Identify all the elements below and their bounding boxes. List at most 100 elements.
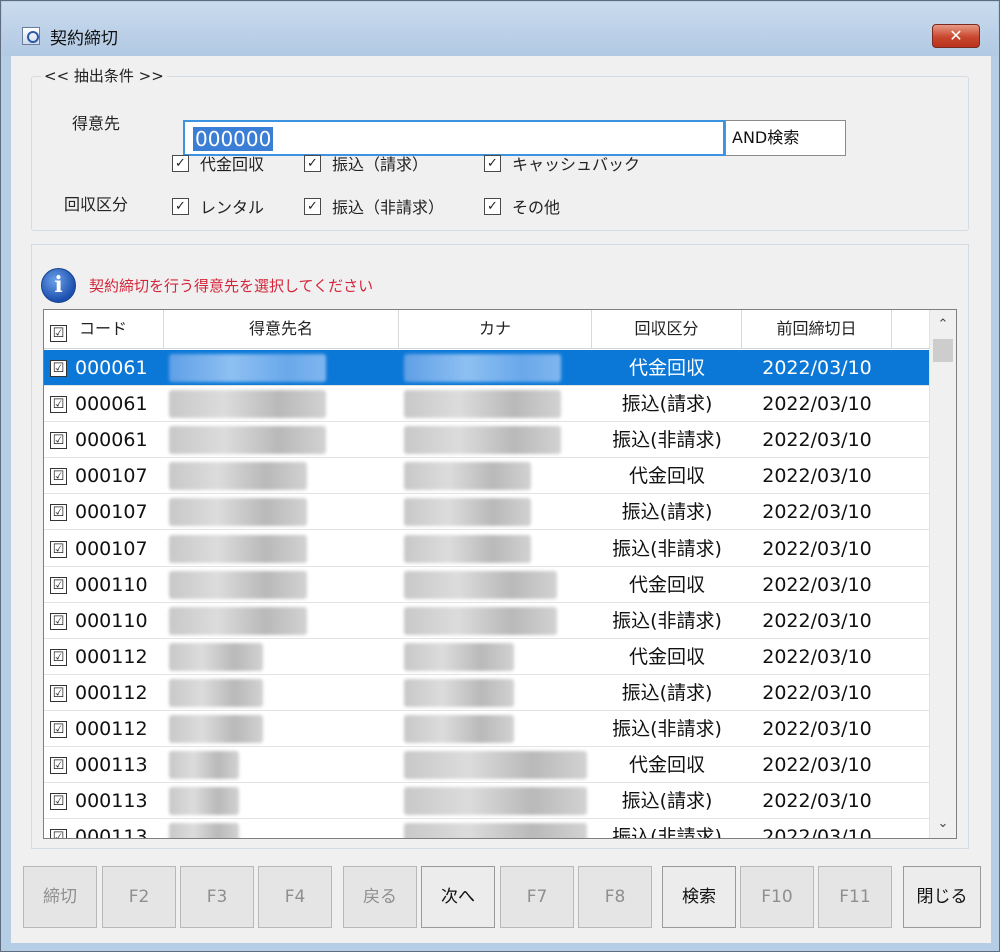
row-checkbox[interactable]: ☑ (50, 360, 67, 377)
redacted-customer-name (169, 498, 307, 527)
row-collection-type: 振込(請求) (621, 501, 713, 524)
f4-button[interactable]: F4 (258, 866, 332, 928)
close-window-button[interactable]: ✕ (932, 24, 980, 48)
table-row[interactable]: ☑ 000113 振込(非請求) 2022/03/10 (44, 819, 929, 838)
row-checkbox[interactable]: ☑ (50, 721, 67, 738)
checkbox-box[interactable]: ✓ (304, 197, 321, 215)
table-row[interactable]: ☑ 000112 振込(請求) 2022/03/10 (44, 675, 929, 711)
checkbox-label: 代金回収 (200, 155, 265, 174)
table-row[interactable]: ☑ 000113 代金回収 2022/03/10 (44, 747, 929, 784)
cb-payment-collection[interactable]: ✓ 代金回収 (172, 151, 264, 175)
grid-scrollbar[interactable]: ⌃ ⌄ (929, 310, 956, 838)
row-checkbox[interactable]: ☑ (50, 648, 67, 666)
table-row[interactable]: ☑ 000110 代金回収 2022/03/10 (44, 567, 929, 603)
row-checkbox[interactable]: ☑ (50, 829, 67, 838)
table-row[interactable]: ☑ 000107 振込(請求) 2022/03/10 (44, 494, 929, 531)
filter-legend: << 抽出条件 >> (41, 65, 167, 86)
table-row[interactable]: ☑ 000107 代金回収 2022/03/10 (44, 458, 929, 495)
next-button[interactable]: 次へ (421, 866, 495, 928)
redacted-kana (404, 570, 557, 599)
function-key-bar: 締切 F2 F3 F4 戻る 次へ F7 F8 検索 F10 F11 閉じる (23, 866, 983, 928)
row-code: 000107 (75, 501, 148, 524)
row-last-closing-date: 2022/03/10 (762, 609, 872, 632)
row-checkbox[interactable]: ☑ (50, 757, 67, 775)
title-bar: 契約締切 ✕ (2, 2, 998, 56)
close-button[interactable]: 閉じる (903, 866, 981, 928)
info-message: 契約締切を行う得意先を選択してください (89, 277, 374, 295)
row-last-closing-date: 2022/03/10 (762, 501, 872, 524)
row-collection-type: 代金回収 (628, 357, 705, 379)
f2-button[interactable]: F2 (102, 866, 176, 928)
table-row[interactable]: ☑ 000061 振込(請求) 2022/03/10 (44, 386, 929, 423)
table-row[interactable]: ☑ 000107 振込(非請求) 2022/03/10 (44, 531, 929, 567)
checkbox-box[interactable]: ✓ (172, 154, 189, 172)
cb-cashback[interactable]: ✓ キャッシュバック (484, 151, 640, 175)
row-last-closing-date: 2022/03/10 (762, 681, 872, 704)
checkbox-box[interactable]: ✓ (484, 197, 501, 215)
collection-type-label: 回収区分 (64, 195, 129, 214)
header-code[interactable]: ☑ コード (44, 310, 164, 349)
table-row[interactable]: ☑ 000061 振込(非請求) 2022/03/10 (44, 422, 929, 459)
back-button[interactable]: 戻る (343, 866, 417, 928)
row-code: 000107 (75, 465, 148, 488)
row-collection-type: 振込(非請求) (612, 718, 722, 740)
row-checkbox[interactable]: ☑ (50, 504, 67, 522)
row-code: 000107 (75, 537, 148, 560)
redacted-customer-name (169, 751, 239, 780)
scroll-down-icon[interactable]: ⌄ (930, 812, 956, 836)
row-checkbox[interactable]: ☑ (50, 468, 67, 486)
table-row[interactable]: ☑ 000112 代金回収 2022/03/10 (44, 639, 929, 675)
row-collection-type: 振込(非請求) (612, 429, 722, 452)
redacted-kana (404, 751, 587, 780)
info-icon: i (41, 268, 76, 303)
table-row[interactable]: ☑ 000113 振込(請求) 2022/03/10 (44, 783, 929, 820)
row-collection-type: 振込(非請求) (612, 537, 722, 560)
header-last-closing-date[interactable]: 前回締切日 (742, 310, 892, 349)
row-checkbox[interactable]: ☑ (50, 540, 67, 558)
row-checkbox[interactable]: ☑ (50, 793, 67, 811)
row-collection-type: 代金回収 (628, 645, 705, 668)
redacted-customer-name (169, 570, 307, 599)
f11-button[interactable]: F11 (818, 866, 892, 928)
row-checkbox[interactable]: ☑ (50, 612, 67, 630)
checkbox-box[interactable]: ✓ (172, 197, 189, 215)
and-search-field[interactable]: AND検索 (725, 120, 846, 156)
row-checkbox[interactable]: ☑ (50, 576, 67, 594)
checkbox-box[interactable]: ✓ (304, 154, 321, 172)
f3-button[interactable]: F3 (180, 866, 254, 928)
row-last-closing-date: 2022/03/10 (762, 465, 872, 488)
row-code: 000113 (75, 754, 148, 777)
table-row[interactable]: ☑ 000110 振込(非請求) 2022/03/10 (44, 603, 929, 639)
row-checkbox[interactable]: ☑ (50, 684, 67, 702)
row-last-closing-date: 2022/03/10 (762, 357, 872, 379)
f8-button[interactable]: F8 (578, 866, 652, 928)
row-checkbox[interactable]: ☑ (50, 432, 67, 450)
table-row[interactable]: ☑ 000061 代金回収 2022/03/10 (44, 350, 929, 386)
row-checkbox[interactable]: ☑ (50, 396, 67, 414)
redacted-customer-name (169, 606, 307, 635)
select-all-checkbox[interactable]: ☑ (50, 325, 67, 342)
customer-code-input[interactable]: 000000 (183, 120, 725, 156)
cb-rental[interactable]: ✓ レンタル (172, 194, 264, 218)
header-collection-type[interactable]: 回収区分 (592, 310, 742, 349)
customer-grid[interactable]: ☑ コード 得意先名 カナ 回収区分 前回締切日 ☑ 000061 代金回収 2022/… (43, 309, 957, 839)
f10-button[interactable]: F10 (740, 866, 814, 928)
header-kana[interactable]: カナ (399, 310, 592, 349)
header-customer-name[interactable]: 得意先名 (164, 310, 399, 349)
row-last-closing-date: 2022/03/10 (762, 429, 872, 452)
checkbox-box[interactable]: ✓ (484, 154, 501, 172)
shimekiri-button[interactable]: 締切 (23, 866, 97, 928)
redacted-kana (404, 426, 561, 455)
scroll-up-icon[interactable]: ⌃ (930, 313, 956, 337)
f7-button[interactable]: F7 (500, 866, 574, 928)
search-button[interactable]: 検索 (662, 866, 736, 928)
redacted-kana (404, 787, 587, 816)
redacted-customer-name (169, 642, 263, 671)
cb-transfer-billed[interactable]: ✓ 振込（請求） (304, 151, 428, 175)
row-collection-type: 振込(請求) (621, 681, 713, 704)
table-row[interactable]: ☑ 000112 振込(非請求) 2022/03/10 (44, 711, 929, 747)
cb-other[interactable]: ✓ その他 (484, 194, 560, 218)
cb-transfer-unbilled[interactable]: ✓ 振込（非請求） (304, 194, 444, 218)
checkbox-label: 振込（請求） (332, 155, 429, 174)
scroll-thumb[interactable] (933, 339, 953, 362)
